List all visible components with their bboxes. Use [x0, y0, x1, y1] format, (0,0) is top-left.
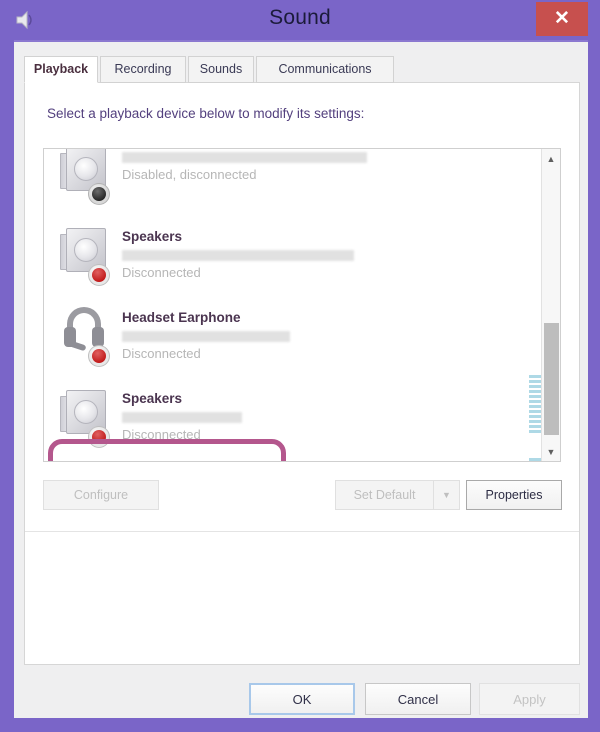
configure-button[interactable]: Configure: [43, 480, 159, 510]
tab-recording[interactable]: Recording: [100, 56, 186, 83]
device-subtitle-redacted: [122, 152, 367, 163]
device-name: Speakers: [122, 229, 183, 244]
chevron-down-icon: ▼: [442, 490, 451, 500]
device-status: Disconnected: [122, 346, 201, 361]
list-item[interactable]: Speakers Disconnected: [44, 376, 543, 457]
sound-dialog-window: Sound ✕ Playback Recording Sounds Commun…: [0, 0, 600, 732]
list-item[interactable]: Speakers Disconnected: [44, 214, 543, 295]
cancel-button[interactable]: Cancel: [365, 683, 471, 715]
device-icon-wrap: [58, 305, 116, 369]
tab-playback[interactable]: Playback: [24, 56, 98, 83]
playback-tab-panel: Select a playback device below to modify…: [24, 83, 580, 665]
scroll-up-icon[interactable]: ▲: [542, 149, 560, 168]
tab-communications[interactable]: Communications: [256, 56, 394, 83]
device-texts: Speakers Disconnected: [122, 222, 543, 281]
set-default-button[interactable]: Set Default: [335, 480, 433, 510]
device-icon-wrap: [58, 224, 116, 288]
window-title: Sound: [269, 6, 331, 29]
list-item[interactable]: Headset Earphone Disconnected: [44, 295, 543, 376]
device-icon-wrap: [58, 149, 116, 207]
close-button[interactable]: ✕: [536, 2, 588, 36]
window-frame-left: [0, 0, 14, 732]
ok-button[interactable]: OK: [249, 683, 355, 715]
instruction-text: Select a playback device below to modify…: [47, 106, 365, 121]
device-list-inner: Disabled, disconnected Speakers Disconne…: [44, 149, 543, 461]
apply-button[interactable]: Apply: [479, 683, 580, 715]
window-frame-bottom: [0, 718, 600, 732]
tab-playback-label: Playback: [33, 62, 89, 76]
list-item[interactable]: Disabled, disconnected: [44, 149, 543, 214]
device-subtitle-redacted: [122, 250, 354, 261]
panel-divider: [25, 531, 579, 532]
tab-sounds[interactable]: Sounds: [188, 56, 254, 83]
list-item[interactable]: ✆ Headset Earphone Default Communication…: [44, 457, 543, 461]
device-subtitle-redacted: [122, 412, 242, 423]
disconnected-badge: [88, 264, 110, 286]
device-status: Disconnected: [122, 265, 201, 280]
scroll-down-glyph: ▼: [546, 446, 556, 457]
device-subtitle-redacted: [122, 331, 290, 342]
device-texts: Disabled, disconnected: [122, 149, 543, 183]
device-name: Headset Earphone: [122, 310, 241, 325]
device-status: Disabled, disconnected: [122, 167, 257, 182]
device-status: Disconnected: [122, 427, 201, 442]
device-texts: Speakers Disconnected: [122, 384, 543, 443]
properties-button[interactable]: Properties: [466, 480, 562, 510]
tab-communications-label: Communications: [278, 62, 372, 76]
scrollbar-thumb[interactable]: [544, 323, 559, 435]
disconnected-badge: [88, 426, 110, 448]
close-icon: ✕: [554, 8, 570, 29]
tab-recording-label: Recording: [114, 62, 172, 76]
disconnected-badge: [88, 345, 110, 367]
dialog-body: Playback Recording Sounds Communications…: [14, 40, 588, 718]
disabled-badge: [88, 183, 110, 205]
set-default-dropdown-button[interactable]: ▼: [433, 480, 460, 510]
tab-sounds-label: Sounds: [199, 62, 243, 76]
device-texts: Headset Earphone Disconnected: [122, 303, 543, 362]
scroll-up-glyph: ▲: [546, 153, 556, 164]
title-bar: Sound ✕: [0, 0, 600, 40]
device-list-scrollbar[interactable]: ▲ ▼: [541, 149, 560, 461]
playback-device-list[interactable]: Disabled, disconnected Speakers Disconne…: [43, 148, 561, 462]
device-name: Speakers: [122, 391, 183, 406]
tab-strip: Playback Recording Sounds Communications: [24, 56, 580, 83]
device-icon-wrap: [58, 386, 116, 450]
window-frame-right: [588, 0, 600, 732]
scroll-down-icon[interactable]: ▼: [542, 442, 560, 461]
